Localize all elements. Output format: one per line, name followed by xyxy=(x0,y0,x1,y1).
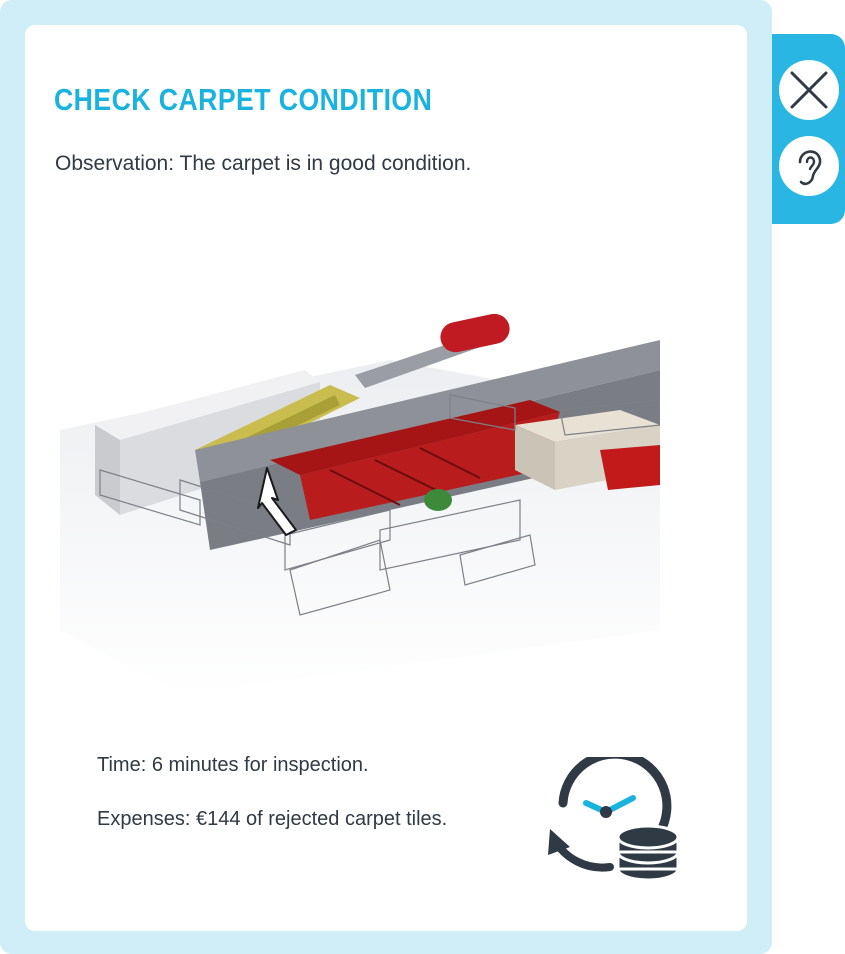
ear-icon xyxy=(798,150,822,186)
expenses-text: Expenses: €144 of rejected carpet tiles. xyxy=(97,808,448,830)
dialog-title: CHECK CARPET CONDITION xyxy=(54,82,433,117)
close-button[interactable] xyxy=(779,60,839,120)
close-icon xyxy=(790,71,828,109)
listen-button[interactable] xyxy=(779,136,839,196)
observation-text: Observation: The carpet is in good condi… xyxy=(55,152,472,175)
time-text: Time: 6 minutes for inspection. xyxy=(97,754,369,776)
time-cost-icon xyxy=(548,757,680,882)
carpet-machine-illustration xyxy=(60,313,660,695)
